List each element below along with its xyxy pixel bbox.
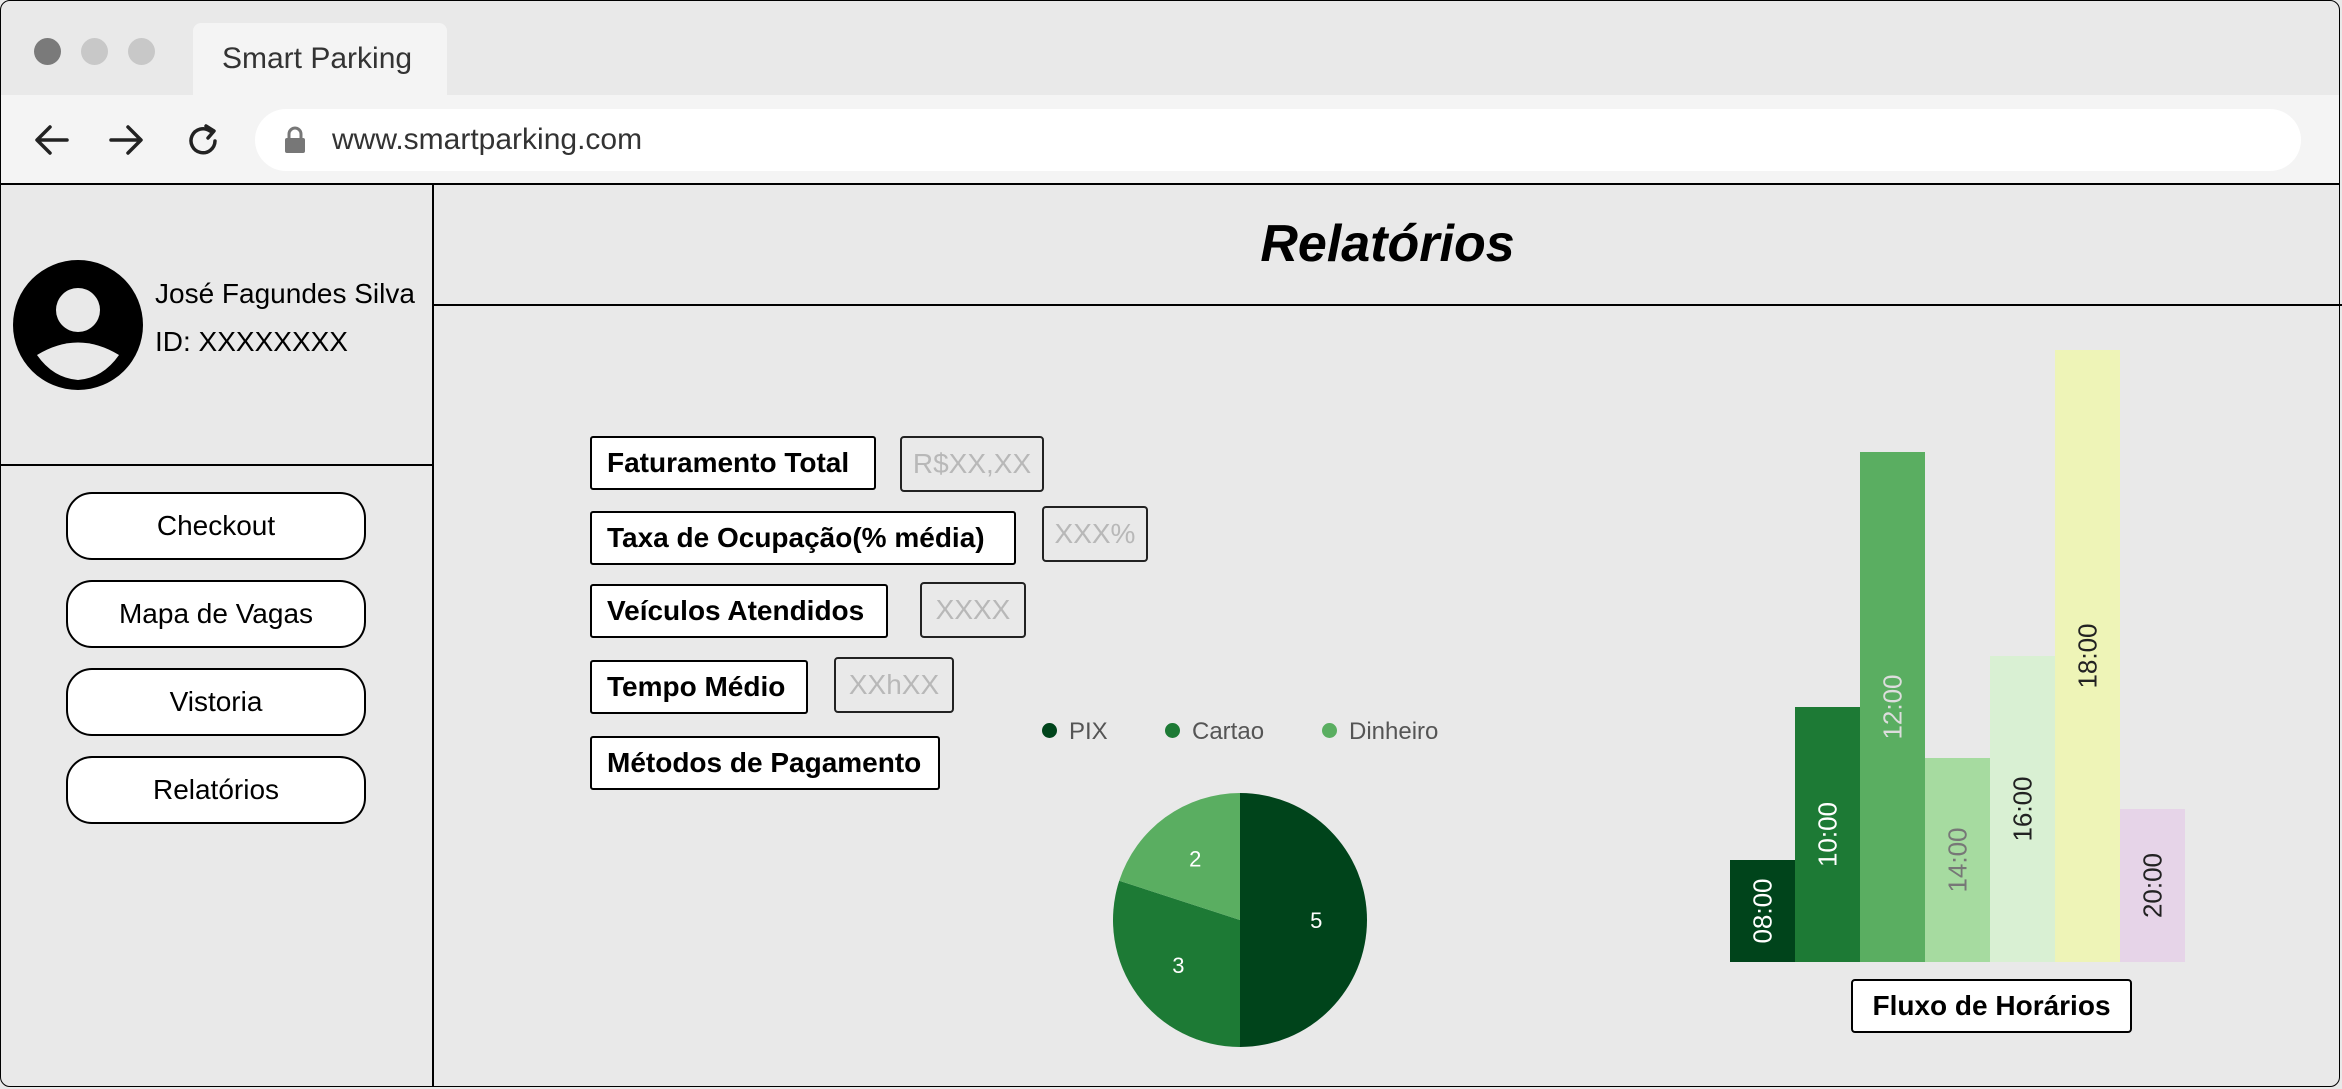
user-name: José Fagundes Silva [155,278,415,309]
tempo-medio-value: XXhXX [834,657,954,713]
bar-label: 18:00 [2073,623,2103,688]
legend-label: Cartao [1192,718,1265,745]
faturamento-total-label: Faturamento Total [590,436,876,490]
user-id: ID: XXXXXXXX [155,326,348,357]
nav-checkout-button[interactable]: Checkout [66,492,366,560]
browser-tab[interactable]: Smart Parking [193,23,447,95]
veiculos-atendidos-value: XXXX [920,582,1026,638]
tab-title: Smart Parking [222,42,413,75]
user-profile: José Fagundes Silva ID: XXXXXXXX [0,184,432,466]
pie-slice-label: 3 [1172,953,1184,978]
bar-label: 20:00 [2138,853,2168,918]
nav-relatorios-button[interactable]: Relatórios [66,756,366,824]
fluxo-horarios-title: Fluxo de Horários [1851,979,2132,1033]
legend-item-pix: PIX [1042,718,1108,746]
pie-slice-label: 5 [1310,908,1322,933]
address-bar[interactable]: www.smartparking.com [255,109,2301,171]
page-header: Relatórios [433,184,2342,306]
taxa-ocupacao-label: Taxa de Ocupação(% média) [590,511,1016,565]
browser-toolbar: www.smartparking.com [1,95,2339,185]
payment-methods-pie-chart: 5 3 2 [1113,793,1367,1047]
bar-label: 10:00 [1813,802,1843,867]
lock-icon [285,126,305,153]
bar-label: 14:00 [1943,827,1973,892]
bar-label: 16:00 [2008,776,2038,841]
pie-slice-pix [1240,793,1367,1047]
faturamento-total-value: R$XX,XX [900,436,1044,492]
maximize-window-icon[interactable] [128,38,155,65]
legend-item-dinheiro: Dinheiro [1322,718,1438,746]
taxa-ocupacao-value: XXX% [1042,506,1148,562]
legend-swatch-icon [1322,723,1337,739]
legend-label: PIX [1069,718,1108,745]
nav-mapa-de-vagas-button[interactable]: Mapa de Vagas [66,580,366,648]
metodos-pagamento-label: Métodos de Pagamento [590,736,940,790]
legend-swatch-icon [1165,723,1180,739]
legend-item-cartao: Cartao [1165,718,1264,746]
tempo-medio-label: Tempo Médio [590,660,808,714]
bar-label: 12:00 [1878,674,1908,739]
legend-label: Dinheiro [1349,718,1439,745]
veiculos-atendidos-label: Veículos Atendidos [590,584,888,638]
page-title: Relatórios [1260,215,1515,273]
bar-label: 08:00 [1748,878,1778,943]
forward-arrow-icon[interactable] [107,123,145,157]
close-window-icon[interactable] [34,38,61,65]
reload-icon[interactable] [185,122,223,160]
back-arrow-icon[interactable] [33,123,71,157]
pie-slice-label: 2 [1189,846,1201,871]
url-text: www.smartparking.com [332,123,643,156]
fluxo-horarios-bar-chart: 08:00 10:00 12:00 14:00 16:00 18:00 20:00 [1730,350,2185,962]
legend-swatch-icon [1042,723,1057,739]
minimize-window-icon[interactable] [81,38,108,65]
avatar-icon [13,260,143,390]
sidebar: José Fagundes Silva ID: XXXXXXXX Checkou… [0,184,434,1087]
nav-vistoria-button[interactable]: Vistoria [66,668,366,736]
